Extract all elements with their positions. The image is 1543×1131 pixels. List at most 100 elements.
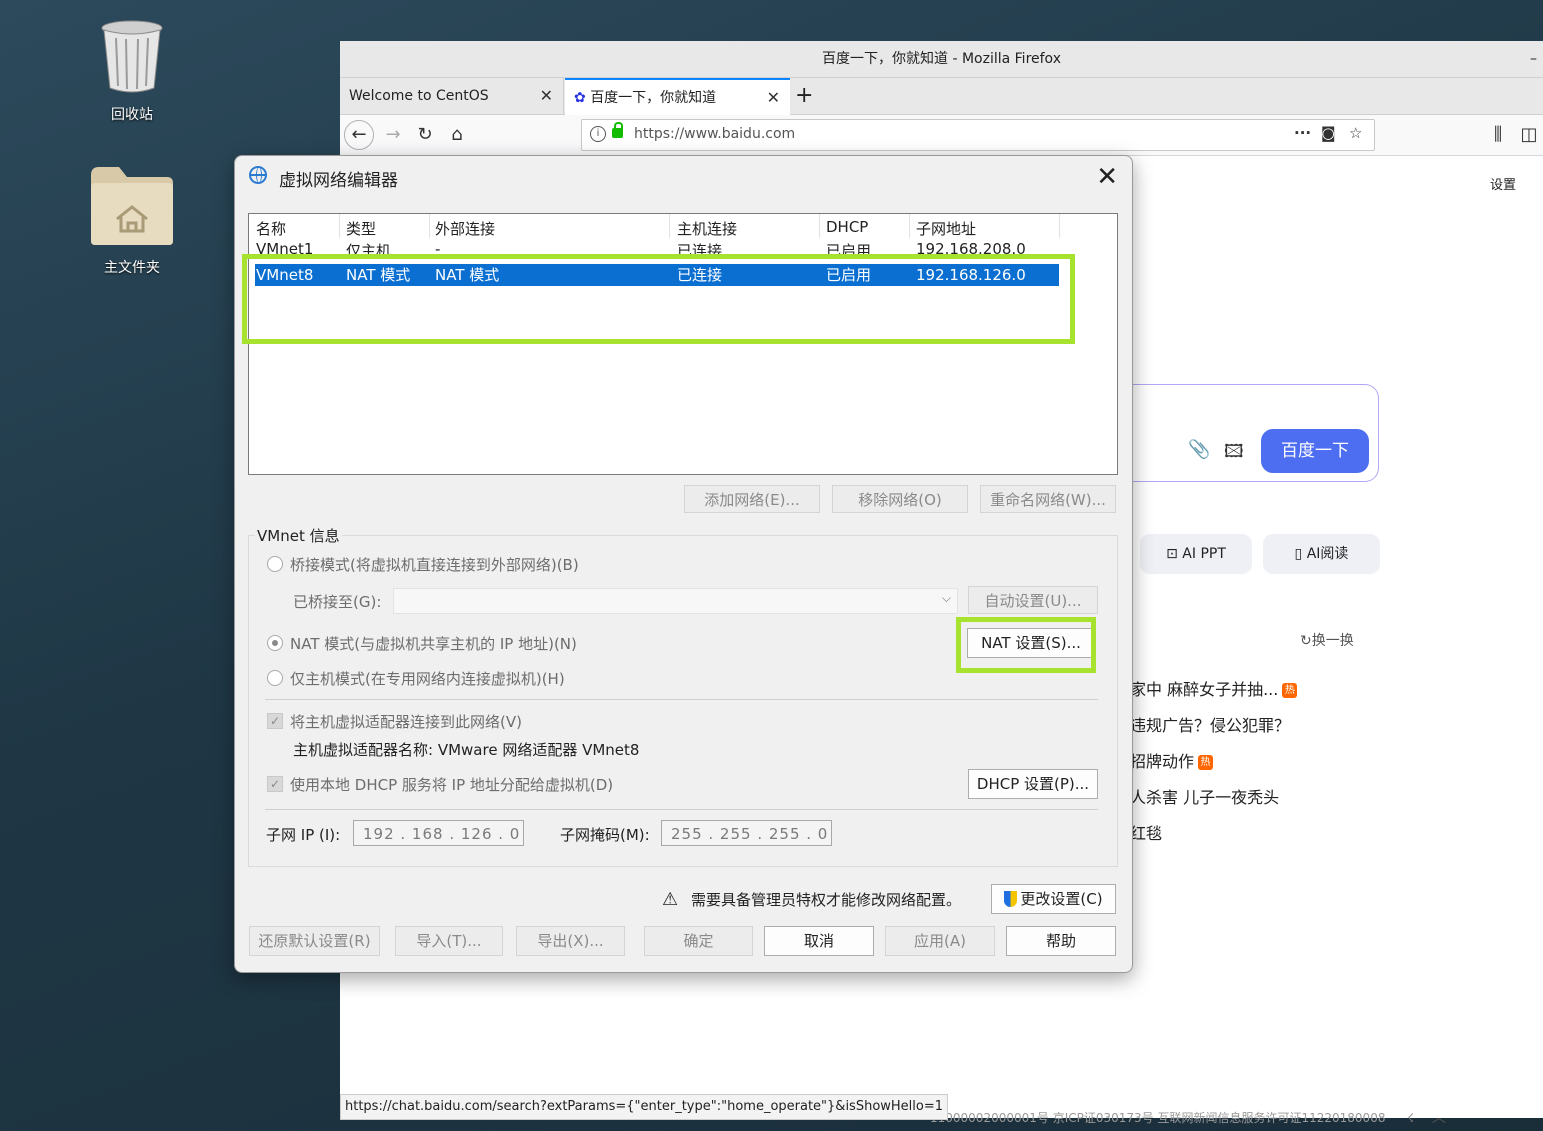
highlight-box-selected-row xyxy=(242,254,1075,344)
image-search-icon[interactable]: 🖾 xyxy=(1224,439,1244,469)
trash-icon xyxy=(101,20,163,93)
tab-label: Welcome to CentOS xyxy=(349,88,489,104)
col-header-external[interactable]: 外部连接 xyxy=(435,218,495,239)
auto-settings-button[interactable]: 自动设置(U)... xyxy=(968,586,1098,614)
settings-link[interactable]: 设置 xyxy=(1490,174,1516,193)
bridged-to-label: 已桥接至(G): xyxy=(293,593,382,611)
dhcp-label: 使用本地 DHCP 服务将 IP 地址分配给虚拟机(D) xyxy=(290,776,614,794)
col-header-subnet[interactable]: 子网地址 xyxy=(916,218,976,239)
tab-baidu[interactable]: ✿ 百度一下，你就知道 ✕ xyxy=(565,78,790,115)
desktop-trash[interactable]: 回收站 xyxy=(77,18,187,124)
add-network-button[interactable]: 添加网络(E)... xyxy=(684,485,820,513)
lock-icon xyxy=(612,122,623,138)
reload-button[interactable]: ↻ xyxy=(410,120,440,150)
page-actions-icon[interactable]: ··· xyxy=(1294,124,1311,142)
minimize-button[interactable]: – xyxy=(1530,41,1537,77)
apply-button[interactable]: 应用(A) xyxy=(885,926,995,956)
col-header-type[interactable]: 类型 xyxy=(346,218,376,239)
chip-ai-ppt[interactable]: ⊡ AI PPT xyxy=(1140,534,1252,574)
news-item[interactable]: 家中 麻醉女子并抽... 热 xyxy=(1130,676,1298,700)
news-item[interactable]: 违规广告？侵公犯罪？ xyxy=(1130,712,1290,736)
network-list[interactable]: 名称 类型 外部连接 主机连接 DHCP 子网地址 VMnet1 仅主机... … xyxy=(248,213,1118,475)
desktop-home-folder[interactable]: 主文件夹 xyxy=(77,165,187,277)
pocket-icon[interactable]: ◙ xyxy=(1321,124,1336,142)
restore-defaults-button[interactable]: 还原默认设置(R) xyxy=(249,926,380,956)
hot-badge: 热 xyxy=(1282,683,1298,698)
refresh-hot-link[interactable]: ↻换一换 xyxy=(1300,630,1354,650)
col-header-host[interactable]: 主机连接 xyxy=(677,218,737,239)
book-icon: ▯ xyxy=(1294,546,1303,562)
divider xyxy=(265,699,1098,700)
new-tab-button[interactable]: + xyxy=(795,78,813,114)
nav-toolbar: ← → ↻ ⌂ i https://www.baidu.com ··· ◙ ☆ … xyxy=(340,115,1543,156)
back-button[interactable]: ← xyxy=(344,120,374,150)
wifi-icon[interactable]: ☇ xyxy=(1407,1111,1414,1125)
col-divider xyxy=(819,214,820,238)
attach-icon[interactable]: 📎 xyxy=(1188,439,1210,460)
connect-adapter-label: 将主机虚拟适配器连接到此网络(V) xyxy=(290,713,522,731)
trash-label: 回收站 xyxy=(111,107,153,123)
baidu-paw-icon: ✿ xyxy=(574,90,586,106)
search-button[interactable]: 百度一下 xyxy=(1261,429,1369,473)
status-bar-url: https://chat.baidu.com/search?extParams=… xyxy=(340,1094,949,1120)
chevron-down-icon: ⌵ xyxy=(941,591,951,605)
sidebar-icon[interactable]: ◫ xyxy=(1514,120,1543,150)
home-folder-label: 主文件夹 xyxy=(104,260,160,276)
library-icon[interactable]: ⫼ xyxy=(1483,120,1513,150)
subnet-mask-field[interactable]: 255 . 255 . 255 . 0 xyxy=(661,820,832,846)
host-only-label: 仅主机模式(在专用网络内连接虚拟机)(H) xyxy=(290,670,565,688)
col-divider xyxy=(339,214,340,238)
firefox-window-title: 百度一下，你就知道 - Mozilla Firefox xyxy=(822,51,1061,67)
url-text: https://www.baidu.com xyxy=(634,126,796,142)
info-icon[interactable]: i xyxy=(590,126,606,142)
firefox-titlebar: 百度一下，你就知道 - Mozilla Firefox – xyxy=(340,41,1543,78)
bridged-to-select[interactable]: ⌵ xyxy=(393,588,958,614)
nat-mode-radio[interactable] xyxy=(267,635,283,651)
chevron-up-icon[interactable]: ︿ xyxy=(1432,1110,1446,1126)
tab-label: 百度一下，你就知道 xyxy=(590,90,717,106)
col-divider xyxy=(669,214,670,238)
folder-icon xyxy=(91,167,173,245)
nat-mode-label: NAT 模式(与虚拟机共享主机的 IP 地址)(N) xyxy=(290,635,577,653)
home-button[interactable]: ⌂ xyxy=(442,120,472,150)
col-header-dhcp[interactable]: DHCP xyxy=(826,218,868,236)
help-button[interactable]: 帮助 xyxy=(1006,926,1116,956)
adapter-name-text: 主机虚拟适配器名称: VMware 网络适配器 VMnet8 xyxy=(293,741,640,759)
export-button[interactable]: 导出(X)... xyxy=(516,926,625,956)
news-item[interactable]: 招牌动作热 xyxy=(1130,748,1214,772)
bookmark-star-icon[interactable]: ☆ xyxy=(1349,124,1362,142)
admin-warning-text: 需要具备管理员特权才能修改网络配置。 xyxy=(691,891,962,909)
url-bar[interactable]: i https://www.baidu.com ··· ◙ ☆ xyxy=(581,119,1375,151)
dhcp-checkbox[interactable]: ✓ xyxy=(267,776,283,792)
table-row[interactable]: VMnet1 仅主机... - 已连接 已启用 192.168.208.0 xyxy=(249,240,1109,254)
ok-button[interactable]: 确定 xyxy=(644,926,753,956)
col-header-name[interactable]: 名称 xyxy=(256,218,286,239)
rename-network-button[interactable]: 重命名网络(W)... xyxy=(980,485,1116,513)
chip-ai-read[interactable]: ▯ AI阅读 xyxy=(1263,534,1380,574)
cancel-button[interactable]: 取消 xyxy=(764,926,874,956)
tab-welcome-centos[interactable]: Welcome to CentOS ✕ xyxy=(340,78,564,114)
remove-network-button[interactable]: 移除网络(O) xyxy=(832,485,968,513)
connect-adapter-checkbox[interactable]: ✓ xyxy=(267,713,283,729)
close-tab-icon[interactable]: ✕ xyxy=(540,78,553,114)
bridge-mode-label: 桥接模式(将虚拟机直接连接到外部网络)(B) xyxy=(290,556,579,574)
subnet-ip-field[interactable]: 192 . 168 . 126 . 0 xyxy=(353,820,524,846)
import-button[interactable]: 导入(T)... xyxy=(395,926,503,956)
bridge-mode-radio[interactable] xyxy=(267,556,283,572)
chip-label: AI阅读 xyxy=(1306,546,1349,562)
close-icon[interactable]: ✕ xyxy=(1096,162,1118,192)
change-settings-button[interactable]: 更改设置(C) xyxy=(991,884,1116,914)
close-tab-icon[interactable]: ✕ xyxy=(767,80,780,116)
col-divider xyxy=(909,214,910,238)
col-divider xyxy=(429,214,430,238)
forward-button[interactable]: → xyxy=(378,120,408,150)
subnet-ip-label: 子网 IP (I): xyxy=(266,826,341,844)
news-item[interactable]: 红毯 xyxy=(1130,820,1162,844)
highlight-box-nat-settings xyxy=(956,617,1096,673)
vmnet-info-label: VMnet 信息 xyxy=(255,525,342,546)
host-only-radio[interactable] xyxy=(267,670,283,686)
chip-label: AI PPT xyxy=(1182,546,1226,562)
dialog-title: 虚拟网络编辑器 xyxy=(279,171,398,191)
news-item[interactable]: 人杀害 儿子一夜秃头 xyxy=(1130,784,1279,808)
dhcp-settings-button[interactable]: DHCP 设置(P)... xyxy=(968,769,1098,799)
